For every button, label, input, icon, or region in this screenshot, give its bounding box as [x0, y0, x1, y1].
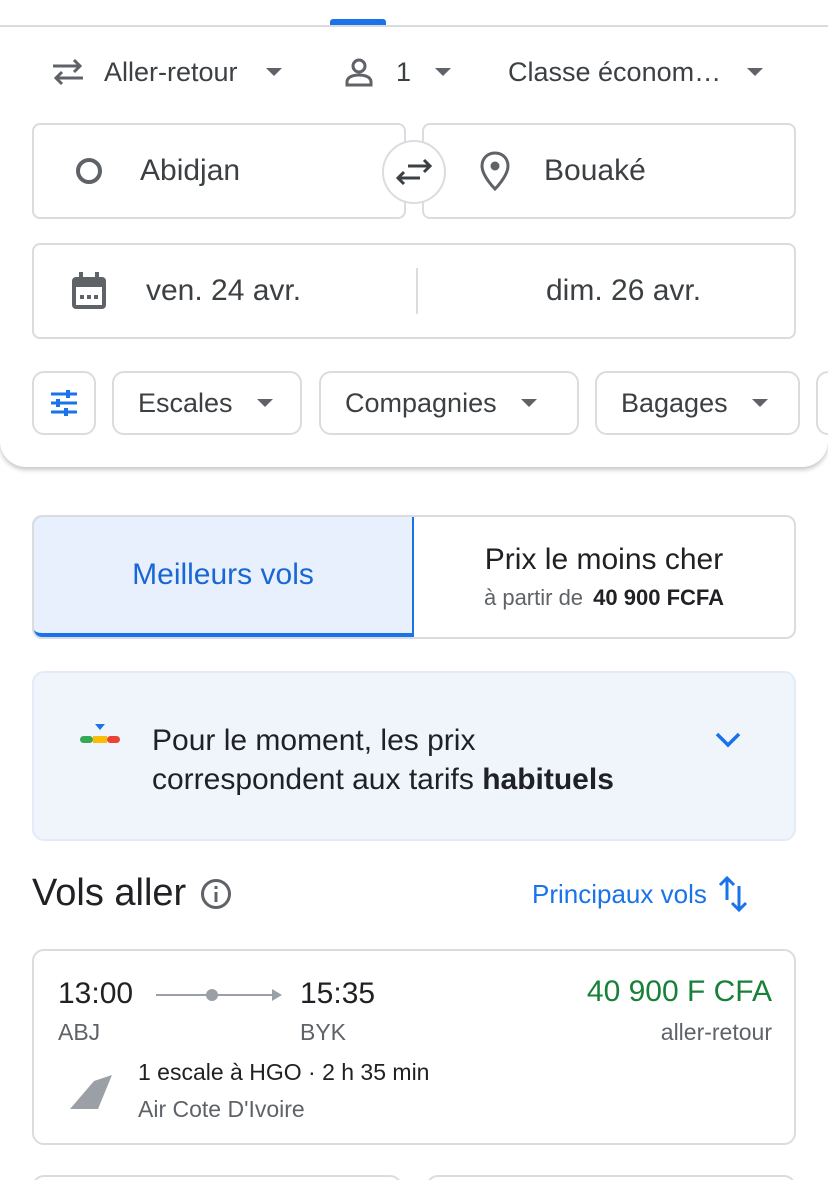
origin-circle-icon: [76, 158, 102, 184]
person-icon: [344, 57, 374, 87]
flight-stops: 1 escale à HGO · 2 h 35 min: [138, 1059, 430, 1085]
next-result-card[interactable]: [32, 1175, 402, 1180]
sort-arrows-icon: [717, 874, 749, 914]
price-note: aller-retour: [660, 1019, 772, 1045]
tune-icon: [49, 389, 79, 417]
passengers-select[interactable]: 1: [344, 52, 452, 92]
sort-toggle: Meilleurs vols Prix le moins cher à part…: [32, 515, 796, 639]
filter-chip-stops[interactable]: Escales: [112, 371, 302, 435]
airline-logo-icon: [68, 1073, 114, 1111]
sort-label: Principaux vols: [532, 878, 707, 909]
route-line: [154, 985, 286, 1005]
calendar-icon: [70, 271, 108, 311]
return-date[interactable]: dim. 26 avr.: [546, 274, 701, 308]
best-flights-label: Meilleurs vols: [132, 558, 314, 591]
trip-type-label: Aller-retour: [104, 56, 238, 87]
cheapest-price: 40 900 FCFA: [593, 585, 725, 610]
filter-chip-label: Escales: [138, 387, 233, 418]
arrive-airport: BYK: [300, 1019, 347, 1045]
insight-text: Pour le moment, les prix correspondent a…: [152, 721, 614, 799]
insight-line-2: correspondent aux tarifs habituels: [152, 760, 614, 799]
price-level-icon: [78, 722, 122, 746]
flight-price: 40 900 F CFA: [586, 975, 772, 1008]
filter-chip-more[interactable]: [816, 371, 828, 435]
cheapest-label: Prix le moins cher: [484, 543, 724, 576]
depart-airport: ABJ: [58, 1019, 101, 1045]
next-result-card[interactable]: [426, 1175, 796, 1180]
passengers-count: 1: [396, 56, 412, 87]
swap-button[interactable]: [382, 140, 446, 204]
chevron-down-icon: [751, 399, 768, 407]
filter-chip-bags[interactable]: Bagages: [595, 371, 800, 435]
chevron-down-icon: [747, 68, 764, 76]
insight-line-1: Pour le moment, les prix: [152, 724, 476, 757]
destination-field[interactable]: Bouaké: [422, 123, 796, 219]
chevron-down-icon: [435, 68, 452, 76]
results-title: Vols aller: [32, 872, 232, 915]
info-icon[interactable]: [200, 878, 232, 910]
origin-field[interactable]: Abidjan: [32, 123, 406, 219]
cheapest-tab[interactable]: Prix le moins cher à partir de 40 900 FC…: [414, 517, 794, 637]
cheapest-subtitle: à partir de 40 900 FCFA: [484, 585, 724, 611]
origin-value: Abidjan: [140, 154, 241, 187]
best-flights-tab[interactable]: Meilleurs vols: [34, 517, 414, 637]
date-divider: [416, 268, 418, 314]
expand-chevron-icon: [714, 731, 742, 749]
date-field: ven. 24 avr. dim. 26 avr.: [32, 243, 796, 339]
chevron-down-icon: [265, 68, 282, 76]
depart-date[interactable]: ven. 24 avr.: [146, 274, 416, 308]
flight-airline: Air Cote D'Ivoire: [138, 1096, 305, 1122]
flight-result-card[interactable]: 13:00 15:35 ABJ BYK 40 900 F CFA aller-r…: [32, 949, 796, 1145]
price-insight-card[interactable]: Pour le moment, les prix correspondent a…: [32, 671, 796, 841]
insight-level: habituels: [482, 763, 614, 796]
cabin-class-label: Classe économ…: [508, 56, 722, 87]
chevron-down-icon: [520, 399, 537, 407]
filter-chip-label: Compagnies: [345, 387, 497, 418]
sort-button[interactable]: Principaux vols: [532, 874, 749, 914]
all-filters-button[interactable]: [32, 371, 96, 435]
arrive-time: 15:35: [300, 977, 376, 1010]
destination-value: Bouaké: [544, 154, 646, 187]
round-trip-icon: [50, 56, 86, 88]
filter-chip-label: Bagages: [621, 387, 728, 418]
cabin-class-select[interactable]: Classe économ…: [508, 52, 764, 92]
insight-line-2-text: correspondent aux tarifs: [152, 763, 483, 796]
cheapest-prefix: à partir de: [483, 585, 584, 610]
trip-type-select[interactable]: Aller-retour: [50, 52, 282, 92]
swap-icon: [394, 156, 434, 188]
depart-time: 13:00: [58, 977, 134, 1010]
filter-chip-airlines[interactable]: Compagnies: [319, 371, 579, 435]
results-title-text: Vols aller: [32, 872, 187, 914]
chevron-down-icon: [256, 399, 273, 407]
location-pin-icon: [480, 151, 510, 191]
